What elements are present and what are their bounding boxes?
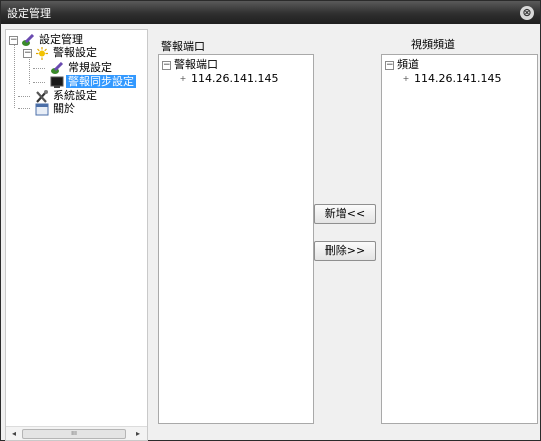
video-channels-header: 視頻頻道 [411, 38, 455, 51]
tree-item-settings-root[interactable]: − 設定管理 [9, 33, 85, 47]
video-channels-root[interactable]: − 頻道 [385, 58, 419, 71]
tree-item-alarm-sync-settings[interactable]: 警報同步設定 [50, 75, 136, 89]
collapse-icon[interactable]: − [385, 60, 394, 70]
alarm-ports-root[interactable]: − 警報端口 [162, 58, 218, 71]
tree-item-label: 系統設定 [53, 89, 97, 102]
window-title: 設定管理 [7, 7, 51, 20]
collapse-icon[interactable]: − [9, 35, 18, 45]
collapse-icon[interactable]: − [23, 48, 32, 58]
tree-item-label: 常規設定 [68, 61, 112, 74]
list-item-label: 114.26.141.145 [191, 72, 279, 85]
settings-icon [51, 61, 64, 74]
tree-item-label: 警報設定 [53, 46, 97, 59]
tree-item-about[interactable]: 關於 [35, 102, 77, 116]
settings-tree: − 設定管理 − 警報設定 常規設定 警報同步設定 系統設定 關於 ◂ ııı ▸ [5, 29, 148, 441]
add-button[interactable]: 新增<< [314, 204, 376, 224]
list-item[interactable]: +114.26.141.145 [179, 72, 279, 85]
list-item-label: 114.26.141.145 [414, 72, 502, 85]
tree-item-label: 警報同步設定 [66, 75, 136, 88]
collapse-icon[interactable]: − [162, 60, 171, 70]
scroll-thumb[interactable]: ııı [22, 429, 126, 439]
scroll-left-icon[interactable]: ◂ [8, 428, 20, 440]
tree-item-label: 關於 [53, 102, 75, 115]
tree-item-general-settings[interactable]: 常規設定 [50, 61, 114, 75]
scroll-right-icon[interactable]: ▸ [132, 428, 144, 440]
tree-item-label: 設定管理 [39, 33, 83, 46]
title-bar: 設定管理 ⊗ [1, 1, 540, 24]
close-icon[interactable]: ⊗ [520, 6, 534, 20]
tree-item-alarm-settings[interactable]: − 警報設定 [23, 46, 99, 60]
alarm-icon [36, 46, 48, 60]
tools-icon [36, 89, 48, 103]
monitor-icon [50, 76, 64, 88]
tree-item-system-settings[interactable]: 系統設定 [35, 89, 99, 103]
delete-button[interactable]: 刪除>> [314, 241, 376, 261]
expand-icon[interactable]: + [402, 75, 410, 83]
video-channels-list[interactable]: − 頻道 +114.26.141.145 [381, 54, 538, 424]
horizontal-scrollbar[interactable]: ◂ ııı ▸ [6, 426, 147, 440]
info-window-icon [35, 103, 49, 115]
list-item[interactable]: +114.26.141.145 [402, 72, 502, 85]
video-channels-root-label: 頻道 [397, 58, 419, 71]
expand-icon[interactable]: + [179, 75, 187, 83]
alarm-ports-root-label: 警報端口 [174, 58, 218, 71]
alarm-ports-list[interactable]: − 警報端口 +114.26.141.145 [158, 54, 314, 424]
settings-window: 設定管理 ⊗ − 設定管理 − 警報設定 常規設定 警報同步設定 系統設定 關於 ◂ [0, 0, 541, 441]
alarm-ports-header: 警報端口 [161, 40, 205, 53]
settings-icon [22, 33, 35, 46]
